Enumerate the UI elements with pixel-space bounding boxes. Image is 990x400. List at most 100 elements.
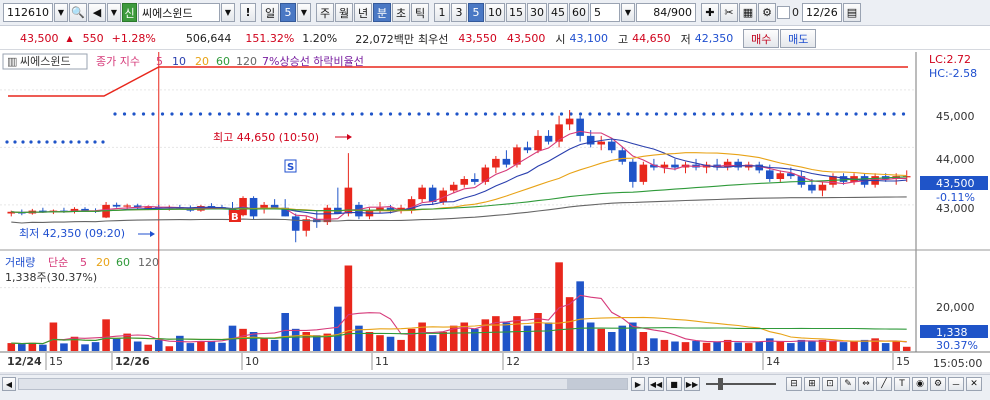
camera-icon[interactable]: ◉ xyxy=(912,377,928,391)
period-day-button[interactable]: 일 xyxy=(261,3,279,22)
stock-name-field[interactable]: 씨에스윈드 xyxy=(138,3,220,22)
line-icon[interactable]: ╱ xyxy=(876,377,892,391)
volume-bar xyxy=(692,340,700,351)
new-listing-badge: 신 xyxy=(122,3,137,22)
interval-3[interactable]: 3 xyxy=(451,3,467,22)
data-count-text: 84/900 xyxy=(653,6,692,19)
tab-3[interactable]: 분 xyxy=(373,3,391,22)
tab-2[interactable]: 년 xyxy=(354,3,372,22)
scroll-left-arrow-icon[interactable]: ◀ xyxy=(2,377,16,391)
search-icon[interactable]: 🔍 xyxy=(69,3,87,22)
speaker-dropdown-button[interactable]: ▼ xyxy=(107,3,121,22)
interval-45[interactable]: 45 xyxy=(548,3,568,22)
period-count-field[interactable]: 5 xyxy=(280,3,296,22)
crosshair-icon[interactable]: ✚ xyxy=(701,3,719,22)
period-dropdown-button[interactable]: ▼ xyxy=(297,3,311,22)
zoom-slider-handle[interactable] xyxy=(718,378,723,390)
scroll-right-arrow-icon[interactable]: ▶ xyxy=(631,377,645,391)
data-count-field[interactable]: 84/900 xyxy=(636,3,696,22)
tab-5[interactable]: 틱 xyxy=(411,3,429,22)
interval-10[interactable]: 10 xyxy=(485,3,505,22)
reference-dot xyxy=(901,112,906,116)
tab-0[interactable]: 주 xyxy=(316,3,334,22)
quote-info-bar: 43,500 ▲ 550 +1.28% 506,644 151.32% 1.20… xyxy=(0,28,990,50)
reference-dot xyxy=(293,112,298,116)
tab-1[interactable]: 월 xyxy=(335,3,353,22)
open-label: 시 xyxy=(555,32,566,46)
fit-icon[interactable]: ⊡ xyxy=(822,377,838,391)
candlestick-chart[interactable]: ▥ 씨에스윈드 종가 지수 5 10 20 60 120 7%상승선 하락비율선… xyxy=(0,52,990,374)
forward-icon[interactable]: ▶▶ xyxy=(684,377,700,391)
ma10-label: 10 xyxy=(172,55,186,68)
zoom-out-icon[interactable]: ⊟ xyxy=(786,377,802,391)
calendar-icon[interactable]: ▤ xyxy=(843,3,861,22)
reference-dot xyxy=(749,112,754,116)
zoom-in-icon[interactable]: ⊞ xyxy=(804,377,820,391)
alert-text: ! xyxy=(245,6,251,19)
low-price: 42,350 xyxy=(694,32,734,45)
best-ask: 43,550 xyxy=(458,32,497,45)
reference-dot xyxy=(730,112,735,116)
stop-icon[interactable]: ■ xyxy=(666,377,682,391)
reference-dot xyxy=(654,112,659,116)
arrows-icon[interactable]: ⇔ xyxy=(858,377,874,391)
reference-dot xyxy=(455,112,459,116)
zoom-slider[interactable] xyxy=(706,383,776,385)
text-icon[interactable]: T xyxy=(894,377,910,391)
reference-dot xyxy=(85,140,89,144)
candle-body xyxy=(765,170,774,179)
candle-body xyxy=(249,197,258,217)
interval-1[interactable]: 1 xyxy=(434,3,450,22)
volume-bar xyxy=(850,341,858,351)
gear-icon[interactable]: ⚙ xyxy=(758,3,776,22)
settings-icon[interactable]: ⚙ xyxy=(930,377,946,391)
lc-value: LC:2.72 xyxy=(929,53,971,66)
alert-button[interactable]: ! xyxy=(240,3,256,22)
date-input[interactable]: 12/26 xyxy=(802,3,842,22)
volume-bar xyxy=(165,346,174,351)
name-dropdown-button[interactable]: ▼ xyxy=(221,3,235,22)
interval-30[interactable]: 30 xyxy=(527,3,547,22)
scroll-thumb[interactable] xyxy=(567,379,627,389)
reference-dot xyxy=(29,140,33,144)
interval-15[interactable]: 15 xyxy=(506,3,526,22)
interval-60[interactable]: 60 xyxy=(569,3,589,22)
minimize-icon[interactable]: － xyxy=(948,377,964,391)
candle-body xyxy=(565,118,574,125)
low-annotation: 최저 42,350 (09:20) xyxy=(19,227,125,240)
grid-icon[interactable]: ▦ xyxy=(739,3,757,22)
rewind-icon[interactable]: ◀◀ xyxy=(648,377,664,391)
volume-bar xyxy=(702,342,711,351)
tab-4[interactable]: 초 xyxy=(392,3,410,22)
close-icon[interactable]: ✕ xyxy=(966,377,982,391)
reference-dot xyxy=(645,112,649,116)
tools-icon[interactable]: ✎ xyxy=(840,377,856,391)
speaker-icon[interactable]: ◀ xyxy=(88,3,106,22)
stock-code-input[interactable]: 112610 xyxy=(3,3,53,22)
stock-code-text: 112610 xyxy=(7,6,49,19)
vol-ma5-label: 5 xyxy=(80,256,87,269)
reference-dot xyxy=(303,112,307,116)
reference-dot xyxy=(635,112,640,116)
y-tick-45000: 45,000 xyxy=(936,110,975,123)
volume-bar xyxy=(776,341,785,351)
scroll-track[interactable] xyxy=(18,378,628,390)
interval-5[interactable]: 5 xyxy=(468,3,484,22)
reference-dot xyxy=(740,112,744,116)
extra-indicator-label: 7%상승선 하락비율선 xyxy=(262,54,364,68)
volume-bar xyxy=(523,325,532,351)
interval-label: 5 xyxy=(472,6,480,19)
date-checkbox[interactable] xyxy=(777,6,790,19)
reference-dot xyxy=(721,112,725,116)
reference-dot xyxy=(616,112,621,116)
reference-dot xyxy=(711,112,716,116)
scissors-icon[interactable]: ✂ xyxy=(720,3,738,22)
buy-button[interactable]: 매수 xyxy=(743,29,780,48)
custom-interval-input[interactable]: 5 xyxy=(590,3,620,22)
reference-dot xyxy=(816,112,820,116)
volume-bar xyxy=(765,338,774,351)
code-dropdown-button[interactable]: ▼ xyxy=(54,3,68,22)
custom-interval-dropdown[interactable]: ▼ xyxy=(621,3,635,22)
time-clock: 15:05:00 xyxy=(933,357,982,370)
sell-button[interactable]: 매도 xyxy=(780,29,817,48)
